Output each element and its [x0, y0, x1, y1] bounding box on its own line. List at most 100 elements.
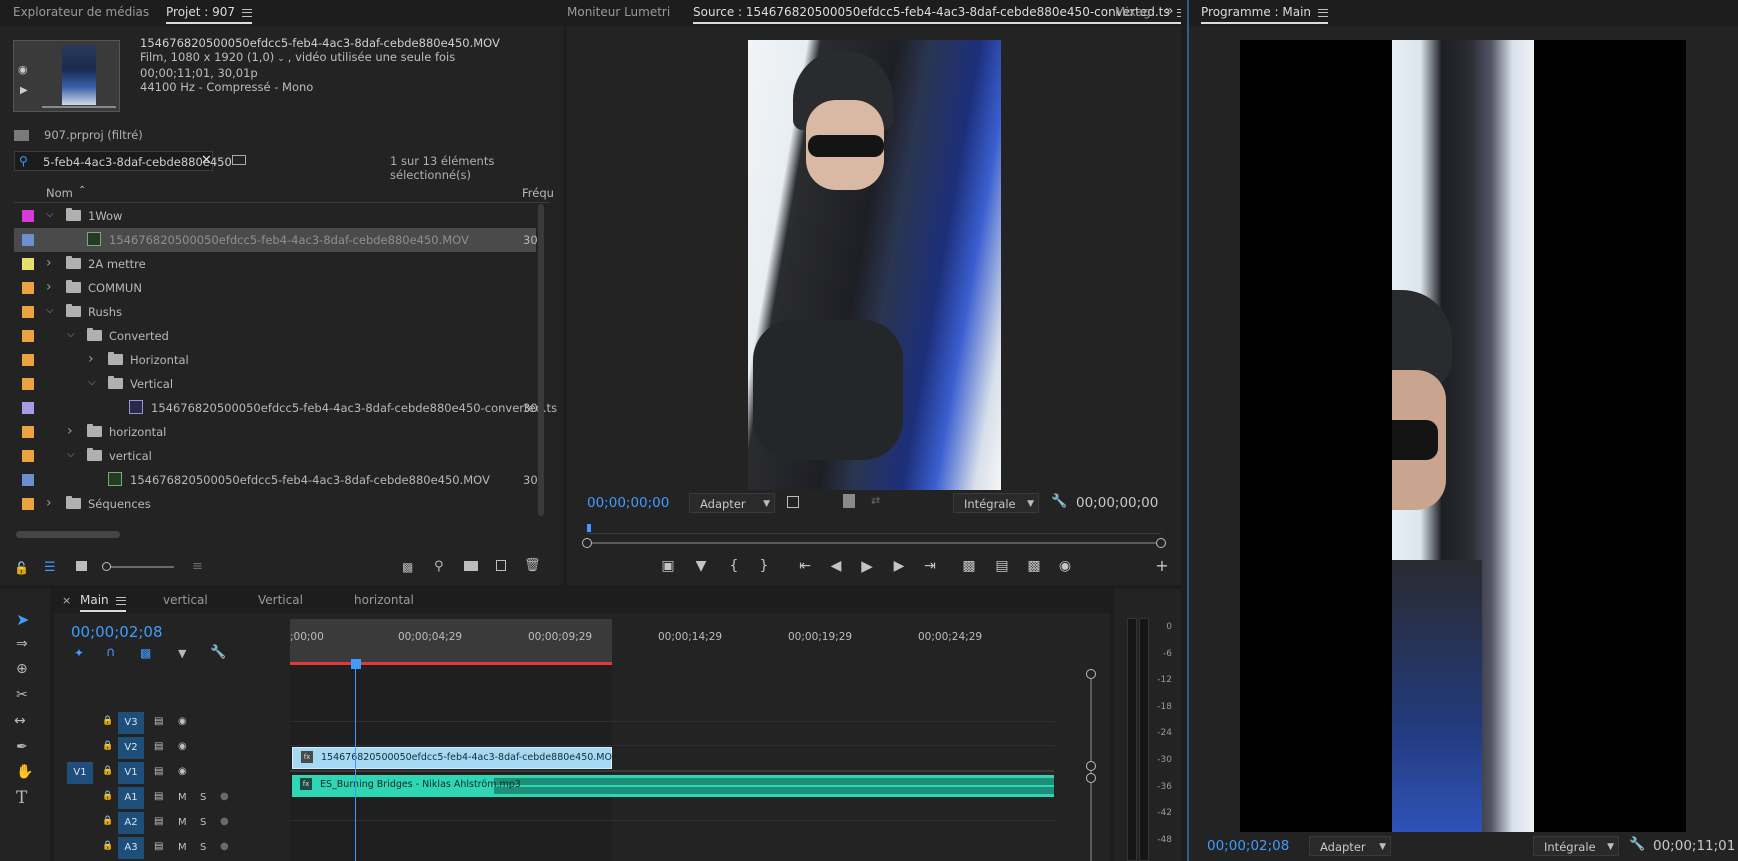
eye-icon[interactable]: ◉ — [178, 716, 187, 727]
panel-menu-icon[interactable] — [1318, 8, 1329, 17]
audio-clip[interactable]: fx ES_Burning Bridges - Niklas Ahlström.… — [292, 775, 1054, 797]
eye-icon[interactable]: ◉ — [178, 766, 187, 777]
zoom-slider[interactable] — [102, 562, 174, 571]
toggle-sync-lock-icon[interactable]: ▤ — [154, 766, 163, 777]
new-search-bin-icon[interactable] — [232, 155, 246, 165]
label-color-swatch[interactable] — [22, 450, 34, 462]
type-tool-icon[interactable]: T — [16, 788, 27, 808]
razor-tool-icon[interactable]: ✂ — [16, 687, 28, 703]
bin-row[interactable]: › COMMUN — [14, 276, 536, 300]
panel-menu-icon[interactable] — [1176, 8, 1181, 17]
step-forward-icon[interactable]: ▶ — [889, 558, 909, 574]
play-thumbnail-icon[interactable]: ▶ — [20, 85, 28, 96]
list-view-icon[interactable]: ☰ — [44, 560, 56, 575]
timeline-vscroll[interactable] — [1086, 669, 1096, 861]
video-clip[interactable]: fx 154676820500050efdcc5-feb4-4ac3-8daf-… — [292, 747, 618, 769]
close-tab-icon[interactable]: × — [62, 594, 71, 607]
track-label-a1[interactable]: A1 — [118, 787, 144, 809]
chevron-right-icon[interactable]: › — [46, 256, 56, 270]
new-item-icon[interactable] — [496, 560, 506, 571]
add-marker-icon[interactable]: ▼ — [691, 558, 711, 574]
snap-icon[interactable]: ∩ — [106, 645, 116, 660]
panel-menu-icon[interactable] — [115, 596, 126, 605]
nest-toggle-icon[interactable]: ✦ — [74, 646, 84, 660]
panel-menu-icon[interactable] — [242, 8, 253, 17]
source-patch-v1[interactable]: V1 — [67, 762, 93, 784]
mark-in-icon[interactable]: { — [724, 558, 744, 574]
tab-sequence-horizontal[interactable]: horizontal — [354, 593, 414, 607]
sort-asc-icon[interactable]: ⌃ — [78, 185, 86, 196]
label-color-swatch[interactable] — [22, 378, 34, 390]
track-select-tool-icon[interactable]: ⇒ — [16, 636, 28, 652]
zoom-bar-right-handle[interactable] — [1156, 538, 1166, 548]
safe-margins-icon[interactable]: ▣ — [658, 558, 678, 574]
source-playhead[interactable] — [587, 524, 591, 532]
mark-out-icon[interactable]: } — [754, 558, 774, 574]
selection-tool-icon[interactable]: ➤ — [16, 610, 29, 629]
toggle-sync-lock-icon[interactable]: ▤ — [154, 741, 163, 752]
track-label-v1[interactable]: V1 — [118, 762, 144, 784]
label-color-swatch[interactable] — [22, 234, 34, 246]
source-quality-select[interactable]: Intégrale ▼ — [953, 493, 1039, 513]
add-marker-icon[interactable]: ▼ — [178, 647, 186, 660]
track-lock-icon[interactable]: 🔒 — [102, 791, 113, 801]
thumbnail-scrubber[interactable] — [42, 106, 116, 108]
microphone-icon[interactable]: ● — [220, 841, 229, 852]
track-label-v3[interactable]: V3 — [118, 712, 144, 734]
mute-button[interactable]: M — [178, 792, 187, 803]
column-rate-header[interactable]: Fréqu — [522, 186, 554, 200]
new-bin-icon[interactable] — [464, 561, 478, 571]
drag-link-icon[interactable]: ⇄ — [871, 494, 880, 507]
go-to-out-icon[interactable]: ⇥ — [920, 558, 940, 574]
label-color-swatch[interactable] — [22, 354, 34, 366]
eye-icon[interactable]: ◉ — [178, 741, 187, 752]
bin-row[interactable]: ⌵ 1Wow — [14, 204, 536, 228]
trash-icon[interactable]: 🗑 — [524, 558, 541, 573]
step-back-icon[interactable]: ◀ — [826, 558, 846, 574]
solo-button[interactable]: S — [200, 792, 206, 803]
label-color-swatch[interactable] — [22, 282, 34, 294]
tab-project[interactable]: Projet : 907 — [166, 5, 253, 24]
drag-audio-icon[interactable] — [843, 494, 855, 508]
vertical-scrollbar[interactable] — [538, 204, 544, 516]
vscroll-top-handle[interactable] — [1086, 669, 1096, 679]
microphone-icon[interactable]: ● — [220, 816, 229, 827]
chevron-right-icon[interactable]: › — [46, 280, 56, 294]
label-color-swatch[interactable] — [22, 258, 34, 270]
program-quality-select[interactable]: Intégrale ▼ — [1533, 836, 1619, 856]
chevron-right-icon[interactable]: › — [88, 352, 98, 366]
pen-tool-icon[interactable]: ✒ — [16, 739, 28, 755]
bin-row[interactable]: ⌵ Rushs — [14, 300, 536, 324]
search-box[interactable]: ⚲ 5-feb4-4ac3-8daf-cebde880e450 ✕ — [14, 151, 232, 171]
column-name-header[interactable]: Nom — [46, 186, 73, 200]
automate-to-sequence-icon[interactable]: ▩ — [402, 560, 413, 574]
label-color-swatch[interactable] — [22, 426, 34, 438]
zoom-slider-handle[interactable] — [102, 562, 111, 571]
find-icon[interactable]: ⚲ — [434, 559, 444, 574]
linked-selection-icon[interactable]: ▩ — [140, 646, 151, 660]
microphone-icon[interactable]: ● — [220, 791, 229, 802]
timeline-ruler[interactable]: ;00;00 00;00;04;29 00;00;09;29 00;00;14;29 0… — [290, 619, 1054, 665]
solo-button[interactable]: S — [200, 842, 206, 853]
bin-row[interactable]: › horizontal — [14, 420, 536, 444]
horizontal-scrollbar[interactable] — [16, 531, 120, 538]
insert-icon[interactable]: ▩ — [959, 558, 979, 574]
bin-row[interactable]: ⌵ Vertical — [14, 372, 536, 396]
toggle-sync-lock-icon[interactable]: ▤ — [154, 816, 163, 827]
lock-icon[interactable]: 🔓 — [14, 561, 29, 575]
overwrite-icon[interactable]: ▤ — [992, 558, 1012, 574]
track-lock-icon[interactable]: 🔒 — [102, 841, 113, 851]
bin-row[interactable]: ⌵ Converted — [14, 324, 536, 348]
bin-row[interactable]: › Séquences — [14, 492, 536, 516]
zoom-bar-left-handle[interactable] — [582, 538, 592, 548]
hand-tool-icon[interactable]: ✋ — [16, 764, 33, 780]
track-lock-icon[interactable]: 🔒 — [102, 716, 113, 726]
clip-thumbnail[interactable]: ◉ ▶ — [13, 40, 120, 112]
track-lock-icon[interactable]: 🔒 — [102, 816, 113, 826]
label-color-swatch[interactable] — [22, 402, 34, 414]
track-lock-icon[interactable]: 🔒 — [102, 766, 113, 776]
toggle-sync-lock-icon[interactable]: ▤ — [154, 791, 163, 802]
chevron-down-icon[interactable]: ⌄ — [277, 54, 285, 64]
mute-button[interactable]: M — [178, 817, 187, 828]
label-color-swatch[interactable] — [22, 498, 34, 510]
